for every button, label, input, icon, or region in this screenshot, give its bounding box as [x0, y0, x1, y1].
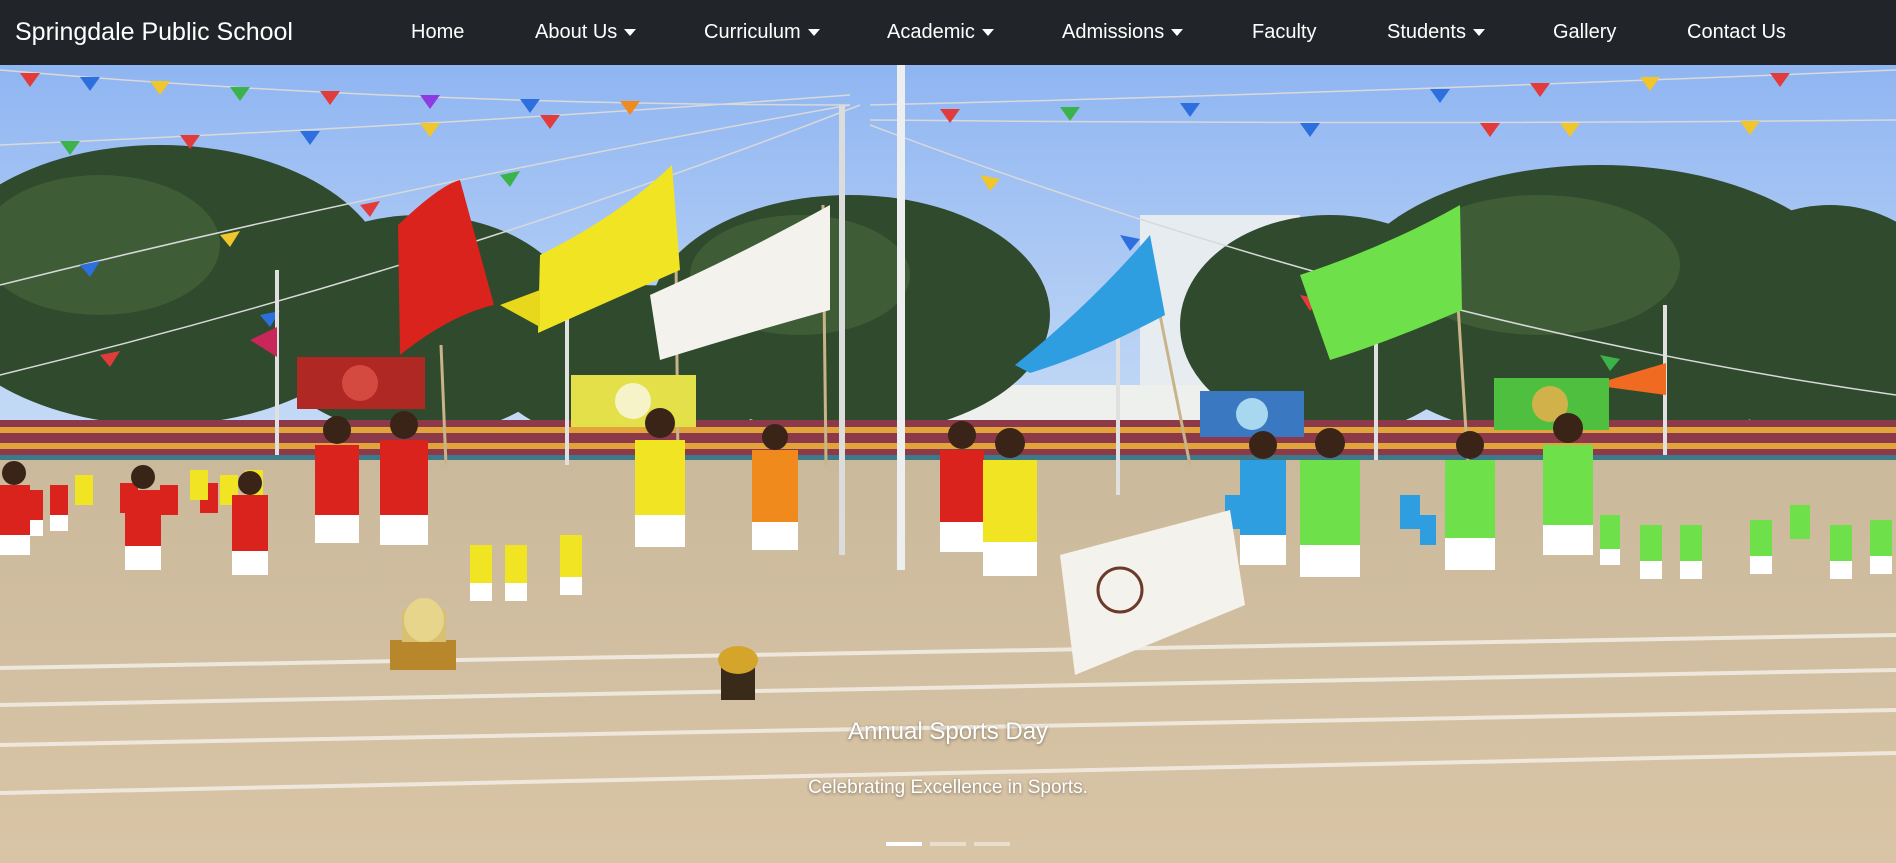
nav-about-us-label: About Us: [535, 21, 618, 43]
carousel-indicator-1[interactable]: [886, 842, 922, 846]
top-navbar: Springdale Public School Home About Us C…: [0, 0, 1896, 65]
caret-down-icon: [624, 29, 637, 36]
nav-curriculum-label: Curriculum: [704, 21, 801, 43]
nav-menu: Home About Us Curriculum Academic Admiss…: [0, 0, 1896, 65]
carousel-caption-text: Celebrating Excellence in Sports.: [808, 777, 1088, 798]
nav-home-label: Home: [411, 21, 465, 43]
carousel-indicators: [0, 842, 1896, 846]
caret-down-icon: [981, 29, 994, 36]
nav-contact-us[interactable]: Contact Us: [1687, 0, 1786, 65]
carousel-indicator-3[interactable]: [974, 842, 1010, 846]
nav-faculty-label: Faculty: [1252, 21, 1317, 43]
nav-contact-us-label: Contact Us: [1687, 21, 1786, 43]
hero-carousel[interactable]: Annual Sports Day Celebrating Excellence…: [0, 65, 1896, 863]
nav-curriculum-dropdown[interactable]: Curriculum: [704, 0, 820, 65]
nav-home[interactable]: Home: [411, 0, 464, 65]
nav-gallery-label: Gallery: [1553, 21, 1617, 43]
nav-students-dropdown[interactable]: Students: [1387, 0, 1485, 65]
nav-admissions-label: Admissions: [1062, 21, 1165, 43]
nav-academic-label: Academic: [887, 21, 975, 43]
nav-gallery[interactable]: Gallery: [1553, 0, 1616, 65]
caret-down-icon: [1171, 29, 1184, 36]
caret-down-icon: [1472, 29, 1485, 36]
nav-about-us-dropdown[interactable]: About Us: [535, 0, 637, 65]
nav-academic-dropdown[interactable]: Academic: [887, 0, 994, 65]
carousel-caption-title: Annual Sports Day: [847, 718, 1049, 745]
nav-faculty[interactable]: Faculty: [1252, 0, 1316, 65]
caret-down-icon: [807, 29, 820, 36]
carousel-indicator-2[interactable]: [930, 842, 966, 846]
nav-students-label: Students: [1387, 21, 1466, 43]
nav-admissions-dropdown[interactable]: Admissions: [1062, 0, 1184, 65]
